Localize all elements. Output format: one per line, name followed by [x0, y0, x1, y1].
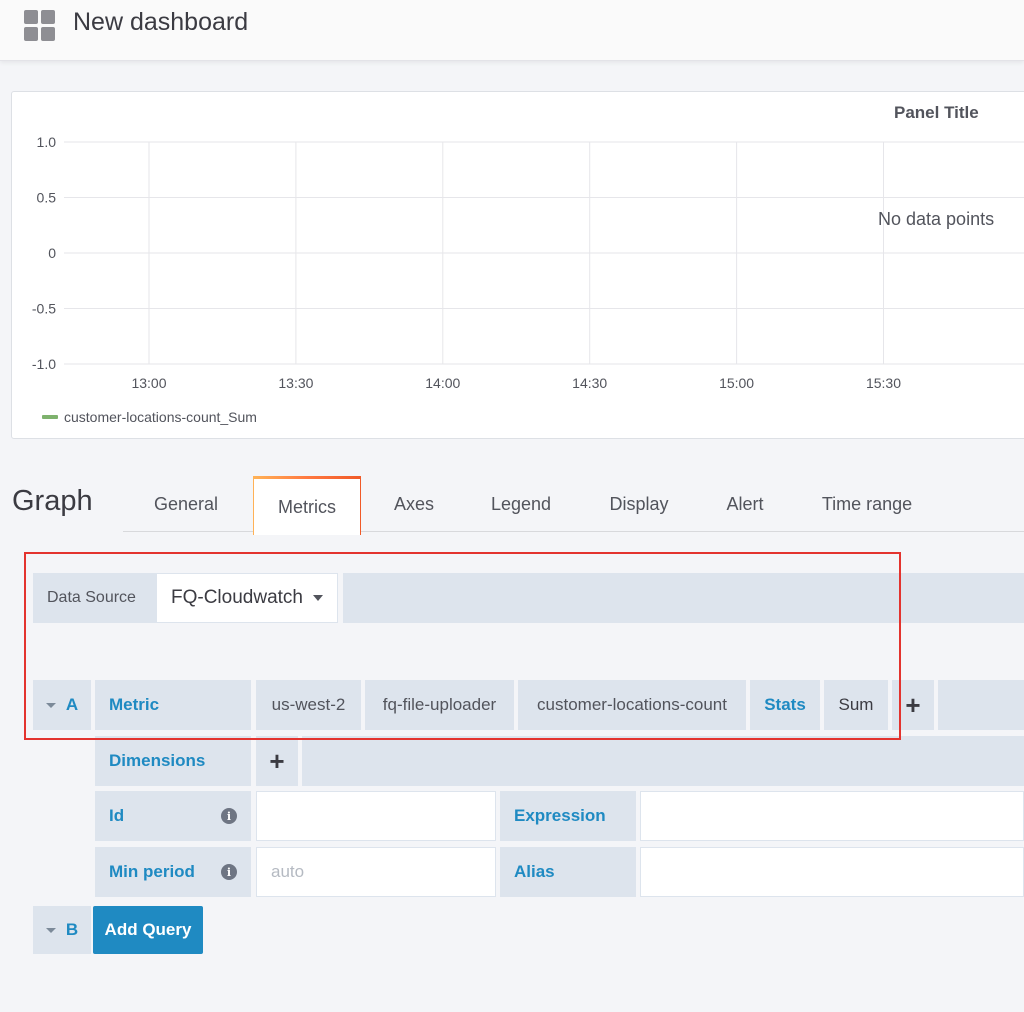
add-dimension-button[interactable]: +: [256, 736, 298, 786]
tab-time-range[interactable]: Time range: [805, 476, 929, 532]
query-a-letter: A: [65, 695, 79, 714]
tab-general[interactable]: General: [130, 476, 242, 532]
y-tick-label: -1.0: [32, 356, 56, 372]
chart-legend: customer-locations-count_Sum: [42, 409, 257, 425]
stats-label: Stats: [750, 680, 820, 730]
x-tick-label: 13:00: [131, 375, 166, 391]
alias-label: Alias: [500, 847, 636, 897]
alias-input[interactable]: [640, 847, 1024, 897]
collapse-caret-icon: [45, 927, 56, 933]
id-input[interactable]: [256, 791, 496, 841]
panel-title[interactable]: Panel Title: [894, 103, 979, 123]
query-a-toggle[interactable]: A: [33, 680, 91, 730]
collapse-caret-icon: [45, 702, 56, 708]
namespace-segment[interactable]: fq-file-uploader: [365, 680, 514, 730]
data-source-filler: [343, 573, 1024, 623]
dashboard-title[interactable]: New dashboard: [73, 8, 248, 37]
info-icon[interactable]: i: [221, 808, 237, 824]
tab-axes[interactable]: Axes: [370, 476, 458, 532]
editor-title: Graph: [12, 485, 93, 517]
min-period-input[interactable]: auto: [256, 847, 496, 897]
graph-chart: 1.0 0.5 0 -0.5 -1.0 13:00 13:30 14:00 14:30 15:00…: [32, 134, 1024, 391]
dimensions-filler: [302, 736, 1024, 786]
metric-name-segment[interactable]: customer-locations-count: [518, 680, 746, 730]
id-label-text: Id: [109, 806, 125, 825]
y-tick-label: 1.0: [37, 134, 57, 150]
x-tick-label: 14:00: [425, 375, 460, 391]
add-stat-button[interactable]: +: [892, 680, 934, 730]
dimensions-label: Dimensions: [95, 736, 251, 786]
tab-display[interactable]: Display: [590, 476, 688, 532]
x-tick-label: 14:30: [572, 375, 607, 391]
data-source-select[interactable]: FQ-Cloudwatch: [156, 573, 338, 623]
region-segment[interactable]: us-west-2: [256, 680, 361, 730]
expression-label: Expression: [500, 791, 636, 841]
x-tick-label: 15:30: [866, 375, 901, 391]
legend-swatch: [42, 415, 58, 419]
graph-panel: 1.0 0.5 0 -0.5 -1.0 13:00 13:30 14:00 14:30 15:00…: [11, 91, 1024, 439]
stat-segment[interactable]: Sum: [824, 680, 888, 730]
data-source-label: Data Source: [33, 573, 156, 623]
min-period-label: Min period i: [95, 847, 251, 897]
tab-metrics[interactable]: Metrics: [253, 476, 361, 535]
stats-filler: [938, 680, 1024, 730]
add-query-button[interactable]: Add Query: [93, 906, 203, 954]
data-source-value: FQ-Cloudwatch: [171, 587, 303, 608]
chevron-down-icon: [313, 595, 323, 601]
grid-icon[interactable]: [24, 10, 56, 42]
legend-series-label[interactable]: customer-locations-count_Sum: [64, 409, 257, 425]
y-tick-label: 0.5: [37, 190, 57, 206]
x-tick-label: 15:00: [719, 375, 754, 391]
tab-alert[interactable]: Alert: [708, 476, 782, 532]
top-navbar: New dashboard: [0, 0, 1024, 61]
y-tick-label: 0: [48, 245, 56, 261]
x-tick-label: 13:30: [278, 375, 313, 391]
tab-legend[interactable]: Legend: [470, 476, 572, 532]
min-period-label-text: Min period: [109, 862, 195, 881]
id-label: Id i: [95, 791, 251, 841]
no-data-message: No data points: [878, 209, 995, 229]
y-tick-label: -0.5: [32, 301, 56, 317]
info-icon[interactable]: i: [221, 864, 237, 880]
expression-input[interactable]: [640, 791, 1024, 841]
metric-label: Metric: [95, 680, 251, 730]
query-b-letter: B: [65, 920, 79, 939]
query-b-toggle[interactable]: B: [33, 906, 91, 954]
